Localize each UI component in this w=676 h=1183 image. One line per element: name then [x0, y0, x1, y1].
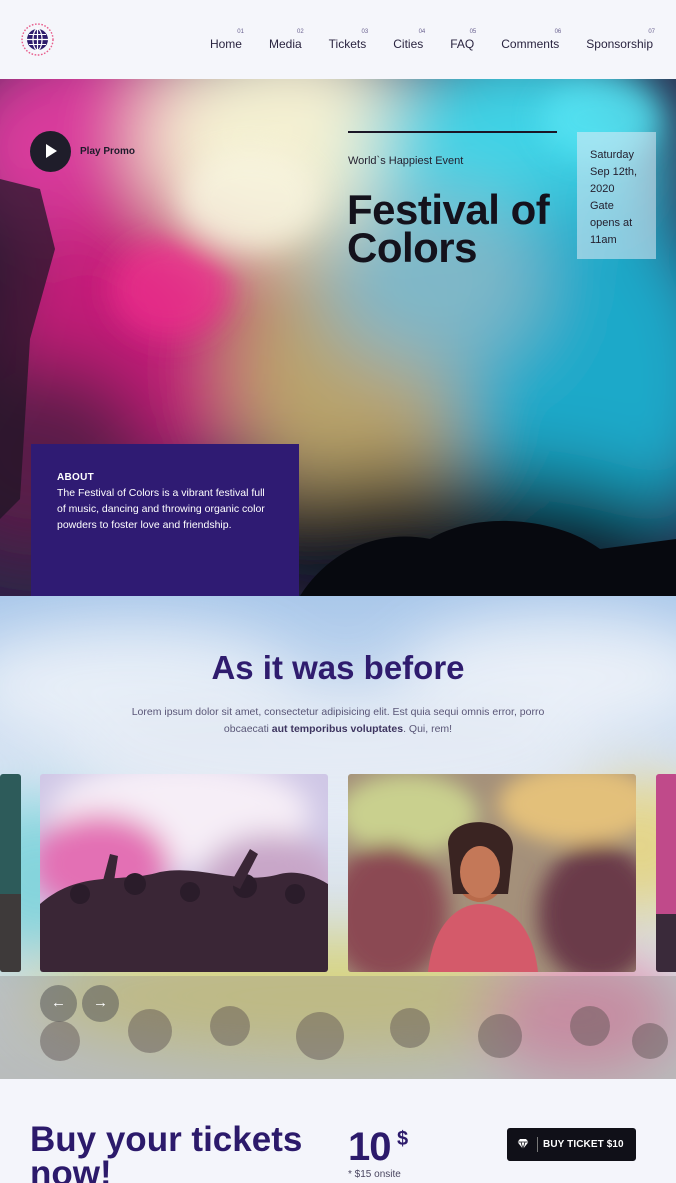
- nav-number: 01: [237, 29, 244, 35]
- play-button[interactable]: [30, 131, 71, 172]
- arrow-left-icon: ←: [51, 994, 66, 1011]
- hero-section: Play Promo World`s Happiest Event Festiv…: [0, 79, 676, 596]
- tickets-section: Buy your tickets now! 10 $ * $15 onsite …: [0, 1079, 676, 1183]
- gallery-slide[interactable]: [348, 774, 636, 972]
- nav-label: Tickets: [328, 37, 367, 51]
- date-line: Gate: [590, 200, 614, 212]
- date-line: Saturday: [590, 149, 635, 161]
- nav-number: 05: [469, 29, 477, 35]
- button-divider: [537, 1137, 538, 1152]
- gallery-prev-button[interactable]: ←: [40, 985, 77, 1022]
- nav-item-home[interactable]: 01 Home: [209, 29, 244, 51]
- subtitle-end: . Qui, rem!: [403, 723, 453, 735]
- about-text: The Festival of Colors is a vibrant fest…: [57, 487, 265, 531]
- nav-item-faq[interactable]: 05 FAQ: [450, 29, 477, 51]
- main-nav: 01 Home 02 Media 03 Tickets 04 Cities 05 FAQ …: [183, 29, 655, 51]
- slide-image: [348, 774, 636, 972]
- arrow-right-icon: →: [93, 994, 108, 1011]
- diamond-icon: [517, 1139, 529, 1150]
- buy-ticket-label: BUY TICKET $10: [543, 1139, 624, 1150]
- gallery-slide-edge[interactable]: [0, 774, 21, 972]
- gallery-slide[interactable]: [40, 774, 328, 972]
- nav-item-tickets[interactable]: 03 Tickets: [328, 29, 369, 51]
- nav-item-sponsorship[interactable]: 07 Sponsorship: [586, 29, 655, 51]
- nav-number: 04: [418, 29, 426, 35]
- nav-number: 07: [648, 29, 655, 35]
- event-date-box: Saturday Sep 12th, 2020 Gate opens at 11…: [577, 132, 656, 259]
- ticket-price: 10: [348, 1125, 391, 1169]
- nav-item-media[interactable]: 02 Media: [268, 29, 304, 51]
- gallery-title: As it was before: [211, 649, 465, 686]
- nav-number: 03: [361, 29, 369, 35]
- slide-image: [0, 774, 21, 972]
- nav-label: Media: [268, 37, 302, 51]
- price-currency: $: [397, 1128, 409, 1150]
- hero-kicker: World`s Happiest Event: [348, 155, 464, 167]
- hero-title: Festival of Colors: [347, 186, 550, 271]
- nav-label: Home: [209, 37, 242, 51]
- tickets-title: Buy your tickets now!: [30, 1120, 303, 1183]
- gallery-next-button[interactable]: →: [82, 985, 119, 1022]
- nav-item-cities[interactable]: 04 Cities: [393, 29, 426, 51]
- play-promo-label[interactable]: Play Promo: [80, 146, 135, 157]
- gallery-subtitle: Lorem ipsum dolor sit amet, consectetur …: [110, 704, 566, 738]
- nav-item-comments[interactable]: 06 Comments: [501, 29, 562, 51]
- globe-icon[interactable]: [21, 23, 54, 56]
- slide-image: [656, 774, 676, 972]
- nav-label: Comments: [501, 37, 560, 51]
- title-divider: [348, 131, 557, 133]
- subtitle-emphasis: aut temporibus voluptates: [271, 723, 404, 735]
- about-heading: ABOUT: [57, 472, 95, 483]
- nav-label: Cities: [393, 37, 424, 51]
- nav-number: 02: [296, 29, 304, 35]
- about-panel: ABOUT The Festival of Colors is a vibran…: [31, 444, 299, 596]
- gallery-slide-edge[interactable]: [656, 774, 676, 972]
- nav-label: FAQ: [450, 37, 475, 51]
- gallery-section: As it was before Lorem ipsum dolor sit a…: [0, 596, 676, 1079]
- date-line: 2020: [590, 183, 615, 195]
- nav-label: Sponsorship: [586, 37, 653, 51]
- slide-image: [40, 774, 328, 972]
- date-line: opens at: [590, 217, 633, 229]
- date-line: 11am: [590, 234, 617, 246]
- date-line: Sep 12th,: [590, 166, 638, 178]
- nav-number: 06: [554, 29, 562, 35]
- site-header: 01 Home 02 Media 03 Tickets 04 Cities 05 FAQ …: [0, 0, 676, 79]
- buy-ticket-button[interactable]: BUY TICKET $10: [507, 1128, 636, 1161]
- price-note: * $15 onsite: [348, 1169, 401, 1180]
